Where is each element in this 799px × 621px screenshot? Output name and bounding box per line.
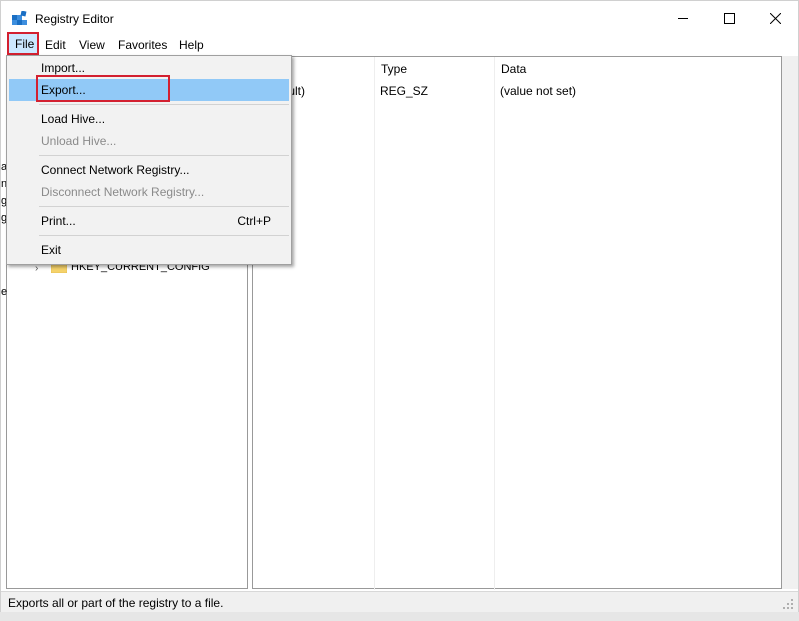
menu-separator xyxy=(39,104,289,105)
column-header-data[interactable]: Data xyxy=(494,57,781,81)
file-menu-dropdown: Import... Export... Load Hive... Unload … xyxy=(6,55,292,265)
maximize-icon xyxy=(723,12,735,24)
registry-editor-window: Registry Editor File Edit View Favorites… xyxy=(0,0,799,621)
vertical-scrollbar[interactable] xyxy=(782,56,798,589)
close-button[interactable] xyxy=(752,1,798,35)
menu-item-load-hive[interactable]: Load Hive... xyxy=(9,108,289,130)
menu-separator xyxy=(39,206,289,207)
menu-item-exit[interactable]: Exit xyxy=(9,239,289,261)
menu-view[interactable]: View xyxy=(73,35,111,55)
menu-item-unload-hive: Unload Hive... xyxy=(9,130,289,152)
maximize-button[interactable] xyxy=(706,1,752,35)
menu-help[interactable]: Help xyxy=(173,35,210,55)
values-list-pane[interactable]: Name Type Data (Default) REG_SZ (value n… xyxy=(252,56,782,590)
column-divider xyxy=(374,57,375,590)
menu-favorites[interactable]: Favorites xyxy=(112,35,173,55)
close-icon xyxy=(769,12,781,24)
menu-bar: File Edit View Favorites Help xyxy=(1,32,798,55)
menu-item-label: Print... xyxy=(41,214,76,228)
menu-separator xyxy=(39,235,289,236)
menu-item-connect-network-registry[interactable]: Connect Network Registry... xyxy=(9,159,289,181)
window-title: Registry Editor xyxy=(35,12,114,26)
menu-item-label: Import... xyxy=(41,61,86,75)
menu-item-print[interactable]: Print... Ctrl+P xyxy=(9,210,289,232)
title-bar[interactable]: Registry Editor xyxy=(1,1,798,35)
minimize-icon xyxy=(677,17,688,19)
menu-file[interactable]: File xyxy=(7,32,39,55)
menu-item-label: Connect Network Registry... xyxy=(41,163,190,177)
menu-separator xyxy=(39,155,289,156)
menu-item-label: Disconnect Network Registry... xyxy=(41,185,205,199)
status-text: Exports all or part of the registry to a… xyxy=(8,596,224,610)
menu-item-label: Load Hive... xyxy=(41,112,106,126)
value-type-cell[interactable]: REG_SZ xyxy=(380,82,428,100)
menu-item-disconnect-network-registry: Disconnect Network Registry... xyxy=(9,181,289,203)
background-strip xyxy=(0,612,799,621)
menu-item-label: Unload Hive... xyxy=(41,134,117,148)
menu-edit[interactable]: Edit xyxy=(39,35,72,55)
status-bar: Exports all or part of the registry to a… xyxy=(1,591,798,613)
minimize-button[interactable] xyxy=(660,1,706,35)
value-data-cell[interactable]: (value not set) xyxy=(500,82,576,100)
menu-item-shortcut: Ctrl+P xyxy=(237,214,271,228)
registry-editor-icon xyxy=(12,11,27,25)
resize-grip-icon[interactable] xyxy=(782,598,794,610)
column-divider xyxy=(494,57,495,590)
column-header-type[interactable]: Type xyxy=(374,57,494,81)
background-fragment: e xyxy=(1,286,8,298)
menu-item-label: Exit xyxy=(41,243,62,257)
export-callout-box xyxy=(36,75,170,102)
